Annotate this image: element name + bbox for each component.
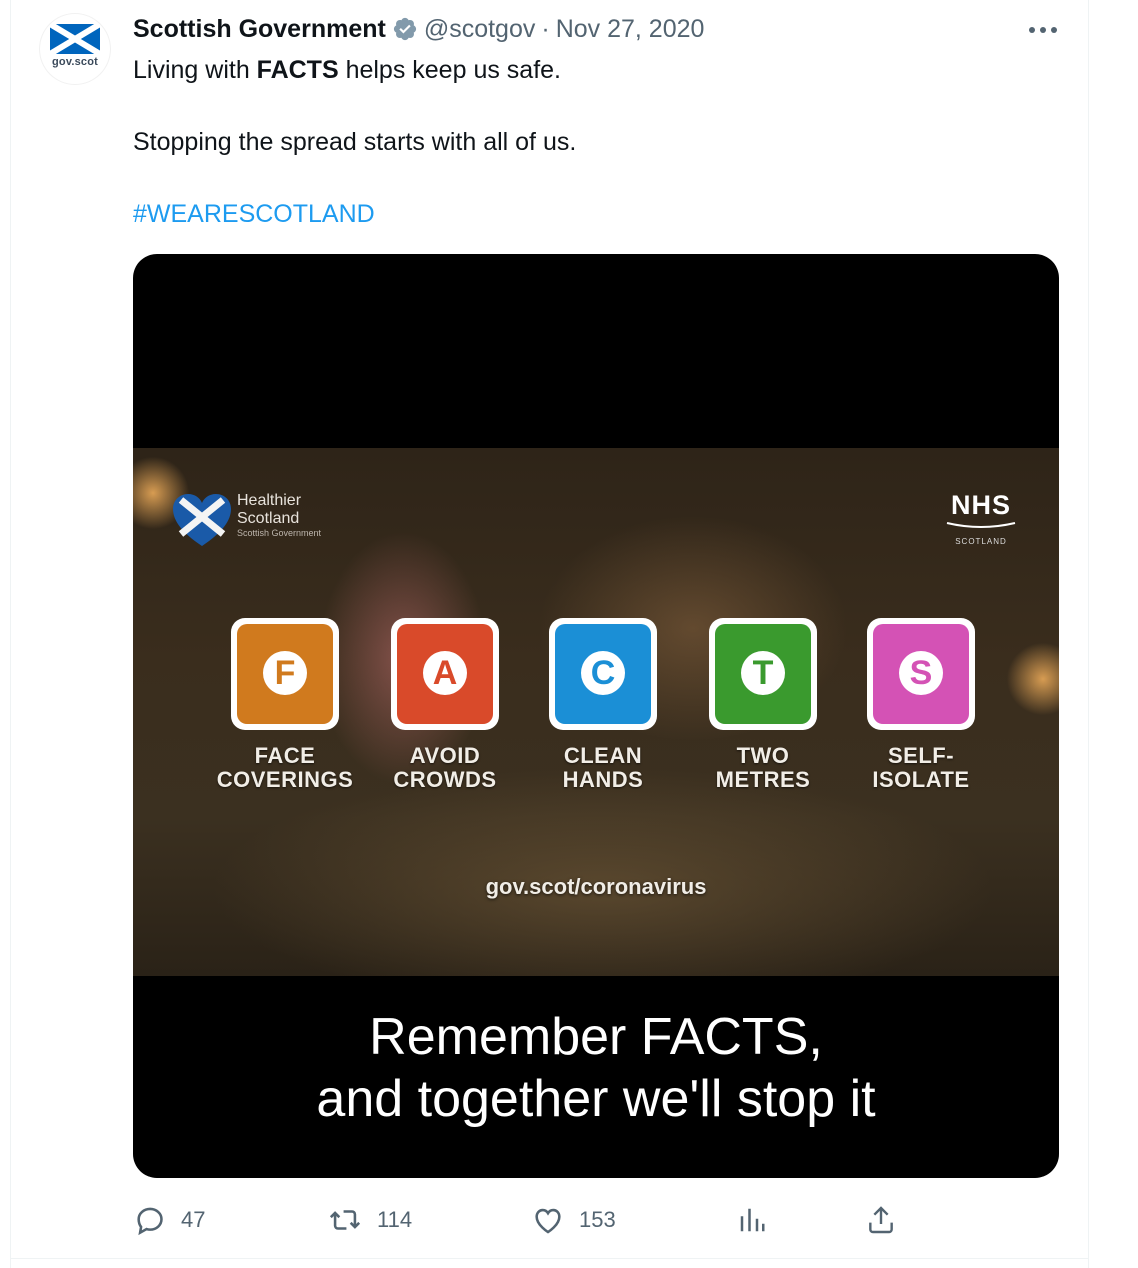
fact-label-t: TWO METRES <box>715 743 811 792</box>
fact-label-a: AVOID CROWDS <box>393 743 497 792</box>
video-caption: Remember FACTS, and together we'll stop … <box>133 1006 1059 1130</box>
tweet-line-2: Stopping the spread starts with all of u… <box>133 128 577 156</box>
fact-letter-f: F <box>263 651 307 695</box>
reply-button[interactable]: 47 <box>133 1198 205 1242</box>
house-icon: S <box>867 618 975 730</box>
face-mask-icon: F <box>231 618 339 730</box>
fact-letter-t: T <box>741 651 785 695</box>
video-url-text: gov.scot/coronavirus <box>485 874 707 899</box>
tweet-text-pre: Living with <box>133 56 257 84</box>
reply-count: 47 <box>181 1207 206 1232</box>
like-button[interactable]: 153 <box>531 1198 616 1242</box>
fact-two-metres: T TWO METRES <box>688 618 838 792</box>
like-count: 153 <box>579 1207 616 1232</box>
views-button[interactable] <box>737 1198 767 1242</box>
hashtag-link[interactable]: #WEARESCOTLAND <box>133 200 375 228</box>
tweet-actions: 47 114 153 <box>133 1198 1059 1242</box>
retweet-button[interactable]: 114 <box>327 1198 412 1242</box>
tweet-date[interactable]: Nov 27, 2020 <box>556 15 705 44</box>
avatar[interactable]: gov.scot <box>40 14 110 84</box>
fact-letter-a: A <box>423 651 467 695</box>
nhs-scotland-text: SCOTLAND <box>955 537 1007 546</box>
fact-face-coverings: F FACE COVERINGS <box>210 618 360 792</box>
nhs-text: NHS <box>950 490 1011 520</box>
nhs-wave-icon <box>946 522 1016 528</box>
fact-letter-s: S <box>899 651 943 695</box>
caption-line-2: and together we'll stop it <box>316 1070 876 1128</box>
fact-letter-c: C <box>581 651 625 695</box>
fact-avoid-crowds: A AVOID CROWDS <box>370 618 520 792</box>
fact-clean-hands: C CLEAN HANDS <box>528 618 678 792</box>
tweet-media-video[interactable]: Healthier Scotland Scottish Government N… <box>133 254 1059 1178</box>
nhs-scotland-logo: NHS SCOTLAND <box>941 490 1021 546</box>
more-icon[interactable] <box>1026 16 1060 44</box>
scotland-text: Scotland <box>237 510 300 527</box>
share-icon <box>869 1206 893 1234</box>
heart-saltire-icon <box>173 494 231 546</box>
lamp-glow-right <box>1003 634 1059 724</box>
tweet-line-1: Living with FACTS helps keep us safe. <box>133 52 1063 88</box>
tweet-text-post: helps keep us safe. <box>338 56 561 84</box>
healthier-text: Healthier <box>237 492 302 509</box>
retweet-count: 114 <box>377 1207 413 1232</box>
author-handle[interactable]: @scotgov <box>424 15 536 44</box>
fact-label-c: CLEAN HANDS <box>562 743 644 792</box>
timeline-border-right <box>1088 0 1089 1268</box>
share-button[interactable] <box>865 1198 897 1242</box>
views-icon <box>740 1208 765 1232</box>
scottish-government-text: Scottish Government <box>237 528 322 538</box>
fact-label-s: SELF- ISOLATE <box>872 743 970 792</box>
reply-icon <box>137 1207 163 1236</box>
scotland-flag-icon <box>50 24 100 54</box>
tweet-header: Scottish Government @scotgov · Nov 27, 2… <box>133 12 704 46</box>
fact-self-isolate: S SELF- ISOLATE <box>846 618 996 792</box>
soap-dispenser-icon: C <box>549 618 657 730</box>
tweet-text: Living with FACTS helps keep us safe. St… <box>133 52 1063 232</box>
crowd-icon: A <box>391 618 499 730</box>
author-name[interactable]: Scottish Government <box>133 15 386 44</box>
timeline-border-left <box>10 0 11 1268</box>
caption-line-1: Remember FACTS, <box>369 1008 823 1066</box>
retweet-icon <box>329 1210 361 1230</box>
avatar-text: gov.scot <box>51 56 98 68</box>
verified-icon[interactable] <box>392 16 418 42</box>
healthier-scotland-logo: Healthier Scotland Scottish Government <box>171 492 321 548</box>
distance-icon: T <box>709 618 817 730</box>
fact-label-f: FACE COVERINGS <box>216 743 354 792</box>
tweet-text-bold: FACTS <box>256 56 339 84</box>
like-icon <box>535 1208 561 1234</box>
header-separator: · <box>541 14 550 43</box>
tweet-divider <box>10 1258 1089 1259</box>
